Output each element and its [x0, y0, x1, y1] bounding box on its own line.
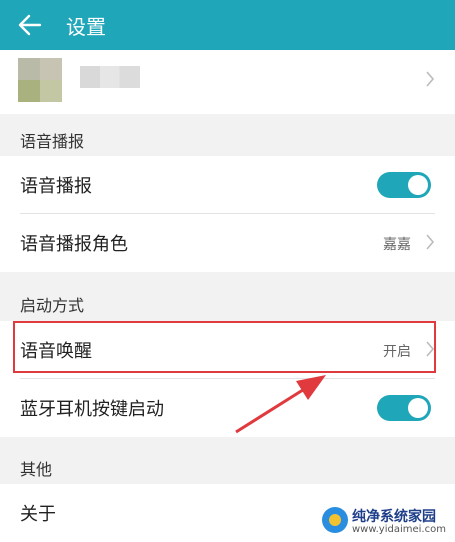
watermark-url: www.yidaimei.com — [352, 524, 446, 535]
watermark-logo-icon — [322, 507, 348, 533]
annotation-arrow — [235, 375, 326, 434]
watermark-name: 纯净系统家园 — [352, 509, 436, 525]
